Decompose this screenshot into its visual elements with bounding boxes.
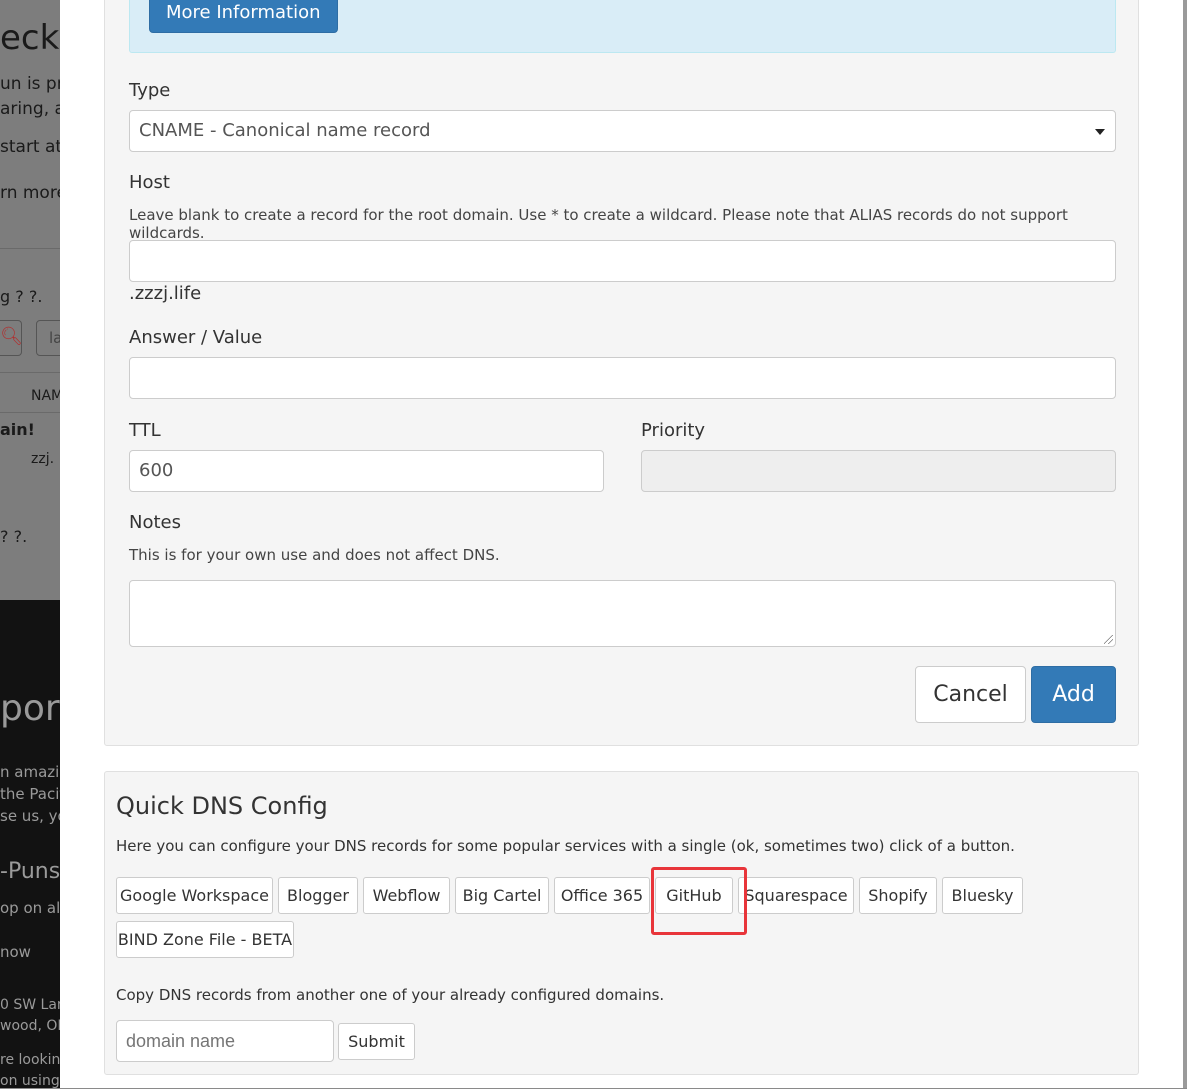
bg-link: rn more [0, 183, 67, 203]
bg-divider [0, 372, 60, 373]
ttl-input[interactable]: 600 [129, 450, 604, 492]
type-select[interactable]: CNAME - Canonical name record [129, 110, 1116, 152]
notes-label: Notes [129, 512, 181, 533]
bg-heading: -Puns [0, 859, 61, 884]
bg-text: aring, a [0, 99, 65, 119]
bg-heading: eck [0, 18, 60, 58]
more-information-button[interactable]: More Information [149, 0, 338, 33]
bg-divider [0, 248, 60, 249]
cancel-button[interactable]: Cancel [915, 666, 1026, 723]
submit-button[interactable]: Submit [338, 1023, 415, 1060]
host-domain-suffix: .zzzj.life [129, 283, 202, 304]
notes-help-text: This is for your own use and does not af… [129, 546, 500, 564]
answer-label: Answer / Value [129, 327, 263, 348]
host-label: Host [129, 172, 170, 193]
bg-text: the Pacif [0, 785, 65, 803]
bg-text: wood, OR [0, 1018, 68, 1034]
notes-textarea[interactable] [129, 580, 1116, 647]
bg-search-button: 🔍︎ [0, 320, 23, 356]
service-big-cartel-button[interactable]: Big Cartel [455, 877, 549, 914]
bg-column-header: NAM [31, 388, 64, 404]
ttl-label: TTL [129, 420, 161, 441]
host-help-text: Leave blank to create a record for the r… [129, 206, 1068, 242]
service-squarespace-button[interactable]: Squarespace [738, 877, 854, 914]
domain-name-input[interactable] [116, 1020, 334, 1062]
type-select-value: CNAME - Canonical name record [139, 120, 431, 141]
record-form-panel: More Information Type CNAME - Canonical … [104, 0, 1139, 746]
priority-label: Priority [641, 420, 706, 441]
add-button[interactable]: Add [1031, 666, 1116, 723]
quick-dns-description: Here you can configure your DNS records … [116, 837, 1015, 855]
type-label: Type [129, 80, 171, 101]
bg-text: ain! [0, 420, 35, 439]
service-bind-zone-file-button[interactable]: BIND Zone File - BETA [116, 921, 294, 958]
background-right-edge [1183, 0, 1187, 1088]
bg-text: on using [0, 1073, 60, 1089]
service-office-365-button[interactable]: Office 365 [554, 877, 650, 914]
bg-text: un is pr [0, 74, 64, 94]
bg-text: se us, yo [0, 807, 67, 825]
bg-text: start at [0, 137, 63, 157]
bg-text: zzj. [31, 451, 55, 467]
bg-text: ? ?. [0, 527, 28, 546]
bg-text: g ? ?. [0, 287, 43, 306]
github-highlight-box [651, 867, 747, 935]
caret-down-icon [1095, 129, 1105, 135]
bg-text: n amazin [0, 763, 69, 781]
quick-dns-config-panel: Quick DNS Config Here you can configure … [104, 771, 1139, 1075]
quick-dns-title: Quick DNS Config [116, 792, 328, 820]
service-blogger-button[interactable]: Blogger [278, 877, 358, 914]
answer-input[interactable] [129, 357, 1116, 399]
bg-text: now [0, 943, 31, 961]
host-input[interactable] [129, 240, 1116, 282]
copy-records-text: Copy DNS records from another one of you… [116, 986, 665, 1004]
service-bluesky-button[interactable]: Bluesky [942, 877, 1023, 914]
bg-text: op on all [0, 899, 65, 917]
bg-divider [0, 412, 60, 413]
bg-text: re lookin [0, 1052, 61, 1068]
info-alert: More Information [129, 0, 1116, 53]
search-icon: 🔍︎ [0, 326, 23, 347]
priority-input [641, 450, 1116, 492]
service-shopify-button[interactable]: Shopify [859, 877, 937, 914]
resize-handle-icon[interactable] [1104, 635, 1113, 644]
service-webflow-button[interactable]: Webflow [363, 877, 450, 914]
service-google-workspace-button[interactable]: Google Workspace [116, 877, 273, 914]
add-record-modal: More Information Type CNAME - Canonical … [60, 0, 1183, 1088]
